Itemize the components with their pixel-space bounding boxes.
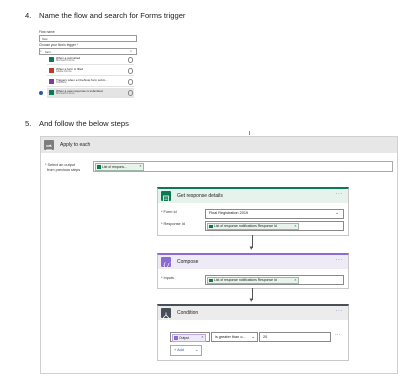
token-text: List of response notifications Response … bbox=[214, 224, 277, 229]
remove-token-icon[interactable]: × bbox=[294, 278, 296, 282]
operator-value: is greater than o... bbox=[215, 334, 246, 339]
step-text: And follow the below steps bbox=[39, 119, 129, 128]
chevron-down-icon[interactable]: ⌄ bbox=[195, 347, 199, 353]
forms-icon bbox=[97, 165, 101, 169]
forms-icon bbox=[49, 89, 54, 95]
svg-text:{/}: {/} bbox=[163, 262, 171, 269]
compose-header[interactable]: {/} Compose ··· bbox=[158, 255, 348, 269]
get-response-details-card[interactable]: Get response details ··· * Form Id Final… bbox=[157, 187, 349, 236]
condition-title: Condition bbox=[177, 309, 199, 316]
info-icon[interactable] bbox=[127, 68, 133, 74]
get-response-details-title: Get response details bbox=[177, 192, 223, 199]
apply-to-each-title: Apply to each bbox=[60, 142, 91, 148]
trigger-option[interactable]: When a form is filled Adobe Forms bbox=[47, 66, 134, 76]
compose-icon bbox=[174, 336, 178, 340]
trigger-option-selected[interactable]: When a new response is submitted Microso… bbox=[47, 88, 134, 98]
condition-icon bbox=[161, 308, 171, 320]
flow-name-input[interactable]: Test bbox=[39, 35, 137, 42]
get-response-details-header[interactable]: Get response details ··· bbox=[158, 189, 348, 203]
response-id-field[interactable]: List of response notifications Response … bbox=[205, 220, 344, 231]
loop-icon bbox=[44, 140, 54, 152]
step-number: 4. bbox=[25, 11, 32, 20]
remove-token-icon[interactable]: × bbox=[139, 164, 141, 168]
connector-line bbox=[249, 131, 250, 135]
trigger-subtitle: Microsoft Forms bbox=[56, 92, 75, 96]
trigger-option[interactable]: When a submitted Microsoft Forms bbox=[47, 55, 134, 65]
adobe-icon bbox=[49, 67, 54, 73]
selected-radio-icon[interactable] bbox=[39, 90, 43, 95]
output-token[interactable]: Output × bbox=[172, 334, 206, 342]
arrow-down-icon: ▾ bbox=[249, 297, 254, 304]
list-of-responses-token[interactable]: List of respons... × bbox=[95, 163, 144, 171]
chevron-down-icon[interactable]: ⌄ bbox=[335, 210, 339, 216]
apply-to-each-header[interactable]: Apply to each bbox=[41, 137, 397, 153]
clear-icon[interactable]: × bbox=[130, 49, 132, 53]
form-id-dropdown[interactable]: Final Registration 2019 ⌄ bbox=[205, 208, 344, 219]
add-button[interactable]: + Add ⌄ bbox=[170, 345, 202, 356]
form-id-value: Final Registration 2019 bbox=[209, 211, 249, 216]
remove-token-icon[interactable]: × bbox=[294, 224, 296, 228]
trigger-subtitle: OneNote bbox=[56, 81, 67, 85]
token-text: Output bbox=[179, 335, 190, 340]
remove-token-icon[interactable]: × bbox=[201, 335, 203, 339]
form-id-label: * Form Id bbox=[161, 210, 177, 214]
condition-card[interactable]: Condition ··· Output × is greater than o… bbox=[157, 304, 349, 361]
response-id-token[interactable]: List of response notifications Response … bbox=[207, 276, 299, 285]
compose-card[interactable]: {/} Compose ··· * Inputs List of respons… bbox=[157, 253, 349, 289]
step-5-heading: 5. And follow the below steps bbox=[25, 119, 129, 128]
compose-title: Compose bbox=[177, 258, 199, 265]
info-icon[interactable] bbox=[127, 79, 133, 85]
token-text: List of response notifications Response … bbox=[214, 278, 277, 283]
choose-trigger-label: Choose your flow's trigger * bbox=[39, 43, 78, 47]
flow-name-value: Test bbox=[42, 36, 48, 41]
more-options-icon[interactable]: ··· bbox=[336, 191, 344, 197]
search-icon: ⌕ bbox=[40, 48, 42, 53]
chevron-down-icon[interactable]: ⌄ bbox=[251, 334, 255, 340]
inputs-field[interactable]: List of response notifications Response … bbox=[205, 274, 344, 285]
condition-header[interactable]: Condition ··· bbox=[158, 306, 348, 320]
inputs-label: * Inputs bbox=[161, 276, 174, 280]
forms-icon bbox=[209, 224, 213, 229]
forms-icon bbox=[209, 278, 213, 283]
select-output-label: * Select an output bbox=[45, 163, 75, 167]
onenote-icon bbox=[49, 78, 54, 84]
select-output-label-2: from previous steps bbox=[47, 168, 81, 172]
info-icon[interactable] bbox=[127, 57, 133, 63]
response-id-label: * Response Id bbox=[161, 222, 185, 226]
operator-dropdown[interactable]: is greater than o... ⌄ bbox=[211, 332, 258, 342]
add-label: + Add bbox=[174, 347, 184, 352]
trigger-selection-screenshot: Flow name Test Choose your flow's trigge… bbox=[38, 30, 137, 110]
step-text: Name the flow and search for Forms trigg… bbox=[39, 11, 186, 20]
condition-value: 20 bbox=[263, 334, 268, 339]
trigger-search-input[interactable]: form bbox=[39, 48, 137, 55]
select-output-field[interactable]: List of respons... × bbox=[93, 161, 393, 172]
response-id-token[interactable]: List of response notifications Response … bbox=[207, 222, 299, 231]
more-options-icon[interactable]: ··· bbox=[336, 257, 344, 263]
flow-name-label: Flow name bbox=[39, 30, 55, 34]
condition-operand-field[interactable]: Output × bbox=[170, 332, 210, 342]
row-more-options-icon[interactable]: ··· bbox=[335, 332, 340, 338]
step-number: 5. bbox=[25, 119, 32, 128]
arrow-down-icon: ▾ bbox=[249, 245, 254, 252]
compose-icon: {/} bbox=[161, 257, 173, 269]
trigger-subtitle: Microsoft Forms bbox=[56, 59, 75, 63]
step-4-heading: 4. Name the flow and search for Forms tri… bbox=[25, 11, 185, 20]
trigger-option[interactable]: Triggers when a OneNote form subm... One… bbox=[47, 77, 134, 87]
info-icon[interactable] bbox=[127, 90, 133, 96]
trigger-search-value: form bbox=[45, 49, 51, 54]
condition-value-field[interactable]: 20 bbox=[259, 332, 331, 342]
forms-icon bbox=[161, 191, 171, 203]
more-options-icon[interactable]: ··· bbox=[336, 308, 344, 314]
token-text: List of respons... bbox=[102, 164, 127, 169]
forms-icon bbox=[49, 56, 54, 62]
trigger-subtitle: Adobe Forms bbox=[56, 70, 72, 74]
